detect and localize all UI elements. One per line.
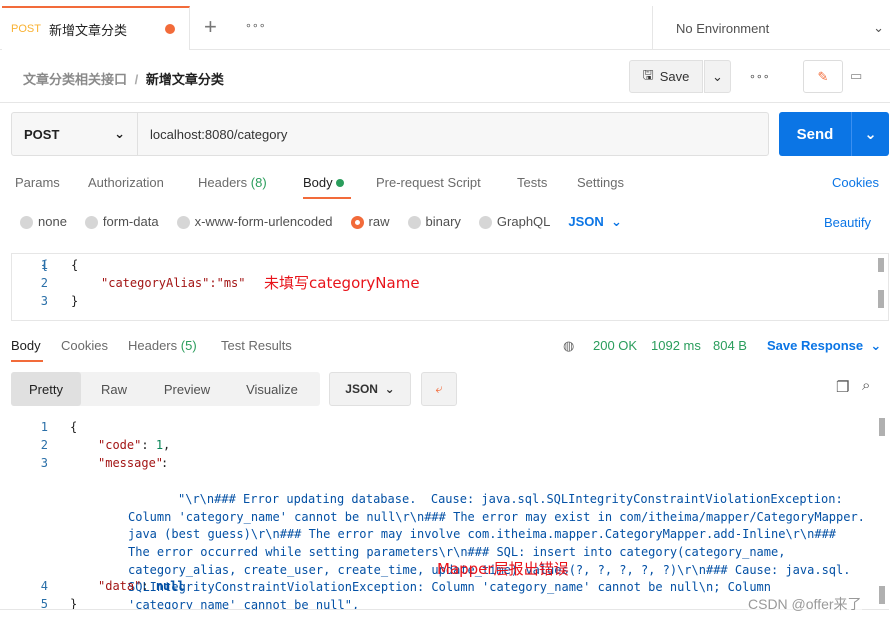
code-line: } xyxy=(71,294,79,308)
response-time: 1092 ms xyxy=(651,338,701,353)
scrollbar[interactable] xyxy=(878,290,884,308)
line-number: 4 xyxy=(40,579,48,593)
response-size: 804 B xyxy=(713,338,747,353)
scrollbar[interactable] xyxy=(879,418,885,436)
tab-body[interactable]: Body xyxy=(303,175,345,190)
wrap-lines-icon[interactable]: ⤶ xyxy=(421,372,457,406)
message-key: "message" xyxy=(98,456,164,470)
chevron-down-icon: ⌄ xyxy=(873,20,884,35)
plus-icon[interactable]: + xyxy=(204,14,217,40)
tab-params[interactable]: Params xyxy=(15,175,60,190)
radio-urlencoded[interactable]: x-www-form-urlencoded xyxy=(176,214,333,230)
annotation: Mapper层报出错误 xyxy=(437,560,569,578)
search-icon[interactable]: ⌕ xyxy=(862,377,870,394)
view-visualize[interactable]: Visualize xyxy=(227,372,317,406)
comments-icon[interactable]: ▭ xyxy=(850,68,862,84)
breadcrumb-separator: / xyxy=(134,72,139,87)
url-bar: POST ⌄ localhost:8080/category xyxy=(11,112,769,156)
resp-tab-cookies[interactable]: Cookies xyxy=(61,338,108,353)
radio-binary[interactable]: binary xyxy=(407,214,461,230)
radio-graphql[interactable]: GraphQL xyxy=(478,214,550,230)
scrollbar[interactable] xyxy=(879,586,885,604)
url-input[interactable]: localhost:8080/category xyxy=(138,113,287,155)
breadcrumb: 文章分类相关接口 / 新增文章分类 xyxy=(23,69,224,88)
view-pretty[interactable]: Pretty xyxy=(11,372,81,406)
view-preview[interactable]: Preview xyxy=(147,372,227,406)
tab-method: POST xyxy=(11,23,41,35)
headers-count: (8) xyxy=(250,175,267,190)
more-actions-icon[interactable]: ∘∘∘ xyxy=(749,70,770,83)
code-line: "code": 1, xyxy=(98,438,171,452)
cookies-link[interactable]: Cookies xyxy=(832,175,879,190)
globe-icon[interactable]: ◍ xyxy=(563,338,574,354)
edit-icon[interactable]: ✎ xyxy=(803,60,843,93)
active-tab-underline xyxy=(303,197,351,199)
radio-raw[interactable]: raw xyxy=(350,214,390,230)
send-dropdown-icon[interactable]: ⌄ xyxy=(851,112,889,156)
brace-close: } xyxy=(70,597,78,610)
method-select[interactable]: POST ⌄ xyxy=(12,113,138,155)
code-line: "categoryAlias":"ms" xyxy=(101,276,246,290)
code-line: "data": null xyxy=(98,579,185,593)
resp-tab-test-results[interactable]: Test Results xyxy=(221,338,292,353)
tab-headers-label: Headers xyxy=(198,175,248,190)
body-format-select[interactable]: JSON ⌄ xyxy=(568,214,622,230)
more-icon[interactable]: ∘∘∘ xyxy=(245,19,266,32)
save-response-button[interactable]: Save Response ⌄ xyxy=(767,338,881,354)
tab-authorization[interactable]: Authorization xyxy=(88,175,164,190)
send-button[interactable]: Send ⌄ xyxy=(779,112,889,156)
request-body-editor[interactable]: { 1 2 3 { "categoryAlias":"ms" } 未填写cate… xyxy=(11,253,889,321)
line-number: 1 xyxy=(40,258,48,272)
copy-icon[interactable]: ❐ xyxy=(836,378,849,396)
status-code: 200 OK xyxy=(593,338,638,353)
scrollbar[interactable] xyxy=(878,258,884,272)
tab-title: 新增文章分类 xyxy=(48,22,127,38)
tab-bar: POST 新增文章分类 + ∘∘∘ No Environment ⌄ xyxy=(0,0,890,50)
unsaved-dot-icon xyxy=(165,24,175,34)
line-number: 2 xyxy=(40,276,48,290)
line-number: 1 xyxy=(40,420,48,434)
code-line: { xyxy=(71,258,79,272)
send-label: Send xyxy=(796,125,834,143)
line-number: 5 xyxy=(40,597,48,610)
resp-tab-headers[interactable]: Headers (5) xyxy=(128,338,197,353)
save-label: Save xyxy=(659,69,690,84)
tab-headers[interactable]: Headers (8) xyxy=(198,175,267,190)
annotation: 未填写categoryName xyxy=(264,274,420,292)
beautify-link[interactable]: Beautify xyxy=(824,215,871,230)
breadcrumb-current: 新增文章分类 xyxy=(145,72,224,87)
radio-none[interactable]: none xyxy=(20,214,67,230)
body-indicator-icon xyxy=(336,179,345,187)
line-number: 3 xyxy=(40,456,48,470)
view-raw[interactable]: Raw xyxy=(81,372,147,406)
brace-open: { xyxy=(70,420,78,434)
save-dropdown-button[interactable]: ⌄ xyxy=(704,60,731,93)
save-icon: 🖫 xyxy=(642,66,654,82)
tab-settings[interactable]: Settings xyxy=(577,175,624,190)
body-type-options: none form-data x-www-form-urlencoded raw… xyxy=(20,214,622,230)
line-number: 3 xyxy=(40,294,48,308)
tab-body-label: Body xyxy=(303,175,333,190)
response-body-viewer[interactable]: 1 2 3 4 5 { "code": 1, "message": "\r\n#… xyxy=(0,416,889,610)
tab-tests[interactable]: Tests xyxy=(517,175,547,190)
watermark: CSDN @offer来了 xyxy=(748,594,862,614)
active-tab-underline xyxy=(11,360,43,362)
chevron-down-icon: ⌄ xyxy=(114,126,125,141)
method-label: POST xyxy=(24,126,60,142)
message-value-wrapped: Column 'category_name' cannot be null\r\… xyxy=(128,509,865,610)
divider xyxy=(0,102,890,103)
tab-pre-request-script[interactable]: Pre-request Script xyxy=(376,175,481,190)
breadcrumb-parent[interactable]: 文章分类相关接口 xyxy=(23,72,127,87)
view-mode-tabs: Pretty Raw Preview Visualize xyxy=(11,372,320,406)
request-tab[interactable]: POST 新增文章分类 xyxy=(2,6,190,50)
response-format-select[interactable]: JSON ⌄ xyxy=(329,372,411,406)
line-number: 2 xyxy=(40,438,48,452)
save-button[interactable]: 🖫 Save xyxy=(629,60,703,93)
radio-form-data[interactable]: form-data xyxy=(84,214,159,230)
resp-tab-body[interactable]: Body xyxy=(11,338,41,353)
environment-label: No Environment xyxy=(676,20,770,36)
environment-select[interactable]: No Environment ⌄ xyxy=(652,6,890,50)
